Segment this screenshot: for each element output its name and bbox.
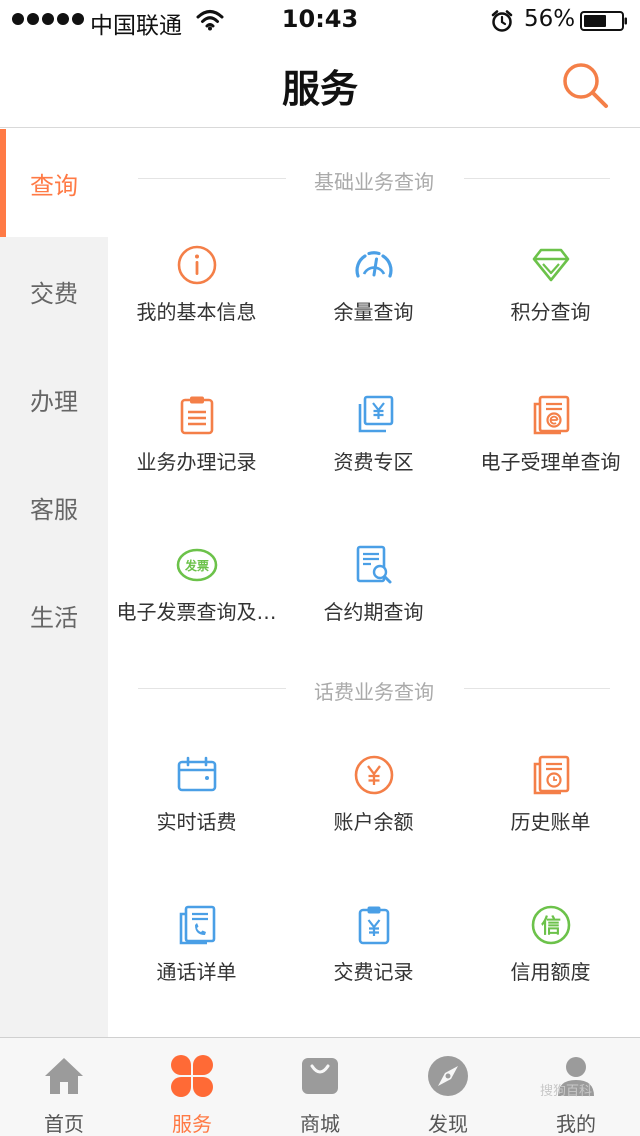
- shopping-bag-icon: [302, 1058, 338, 1094]
- battery-icon: [580, 11, 627, 31]
- document-search-icon: [356, 545, 392, 584]
- call-detail-icon: [179, 905, 216, 945]
- sidebar-item-customer-service[interactable]: 客服: [0, 453, 108, 561]
- section-header-phone-fee-query: 话费业务查询: [108, 668, 640, 708]
- signal-strength-icon: [12, 13, 84, 25]
- service-label: 交费记录: [333, 960, 414, 984]
- service-tariff-zone[interactable]: 资费专区: [285, 380, 462, 530]
- nav-bar: 服务: [0, 40, 640, 128]
- watermark: 搜狗百科: [540, 1084, 593, 1099]
- service-points-query[interactable]: 积分查询: [462, 230, 639, 380]
- tab-discover[interactable]: 发现: [384, 1038, 512, 1136]
- service-account-balance[interactable]: 账户余额: [285, 740, 462, 890]
- service-e-acceptance-query[interactable]: 电子受理单查询: [462, 380, 639, 530]
- yuan-stack-icon: [358, 395, 394, 433]
- service-realtime-fee[interactable]: 实时话费: [108, 740, 285, 890]
- service-label: 信用额度: [510, 960, 591, 984]
- service-history-bill[interactable]: 历史账单: [462, 740, 639, 890]
- status-bar: 中国联通 10:43 56%: [0, 0, 640, 40]
- tab-mall[interactable]: 商城: [256, 1038, 384, 1136]
- sidebar-item-handle[interactable]: 办理: [0, 345, 108, 453]
- sidebar-item-label: 办理: [30, 387, 78, 416]
- clover-icon: [171, 1055, 213, 1097]
- invoice-badge-text: 发票: [184, 558, 209, 573]
- sidebar-item-life[interactable]: 生活: [0, 561, 108, 669]
- wifi-icon: [196, 10, 224, 31]
- sidebar-item-label: 客服: [30, 495, 78, 524]
- calendar-icon: [177, 756, 217, 792]
- service-label: 我的基本信息: [136, 300, 257, 324]
- credit-circle-icon: 信: [531, 905, 571, 945]
- sidebar-item-label: 查询: [30, 171, 78, 200]
- service-label: 实时话费: [156, 810, 237, 834]
- search-icon[interactable]: [560, 60, 612, 112]
- service-content: 基础业务查询 我的基本信息 余量查询 积分查询 业务办理记录 资费专区 电子受理…: [108, 129, 640, 1037]
- sidebar-item-label: 交费: [30, 279, 78, 308]
- service-label: 余量查询: [333, 300, 414, 324]
- tab-service[interactable]: 服务: [128, 1038, 256, 1136]
- section-title: 话费业务查询: [314, 680, 434, 704]
- payment-record-icon: [358, 906, 390, 945]
- service-label: 通话详单: [156, 960, 237, 984]
- credit-badge-text: 信: [541, 914, 561, 938]
- clipboard-icon: [180, 396, 214, 435]
- tab-label: 首页: [44, 1112, 84, 1136]
- service-label: 账户余额: [333, 810, 414, 834]
- service-e-invoice-query[interactable]: 发票 电子发票查询及…: [108, 530, 285, 680]
- service-label: 电子发票查询及…: [116, 600, 277, 624]
- service-my-basic-info[interactable]: 我的基本信息: [108, 230, 285, 380]
- tab-home[interactable]: 首页: [0, 1038, 128, 1136]
- sidebar-item-query[interactable]: 查询: [0, 129, 108, 237]
- service-label: 合约期查询: [323, 600, 424, 624]
- service-balance-query[interactable]: 余量查询: [285, 230, 462, 380]
- home-icon: [45, 1058, 83, 1094]
- yuan-circle-icon: [354, 755, 394, 795]
- service-payment-records[interactable]: 交费记录: [285, 890, 462, 1040]
- history-bill-icon: [533, 755, 570, 795]
- service-call-details[interactable]: 通话详单: [108, 890, 285, 1040]
- service-label: 资费专区: [333, 450, 414, 474]
- sidebar-item-payment[interactable]: 交费: [0, 237, 108, 345]
- tab-label: 服务: [172, 1112, 212, 1136]
- gauge-icon: [355, 251, 393, 278]
- service-label: 电子受理单查询: [480, 450, 621, 474]
- info-circle-icon: [177, 245, 217, 285]
- service-label: 积分查询: [510, 300, 591, 324]
- service-label: 历史账单: [510, 810, 591, 834]
- section-title: 基础业务查询: [314, 170, 434, 194]
- sidebar-item-label: 生活: [30, 603, 78, 632]
- e-document-icon: [533, 395, 570, 435]
- compass-icon: [428, 1056, 468, 1096]
- service-label: 业务办理记录: [136, 450, 257, 474]
- carrier-name: 中国联通: [90, 13, 182, 39]
- tab-label: 商城: [300, 1112, 340, 1136]
- battery-percentage: 56%: [524, 6, 576, 32]
- tab-label: 发现: [428, 1112, 468, 1136]
- invoice-badge-icon: 发票: [176, 548, 218, 582]
- tab-label: 我的: [556, 1112, 596, 1136]
- service-business-records[interactable]: 业务办理记录: [108, 380, 285, 530]
- service-contract-period-query[interactable]: 合约期查询: [285, 530, 462, 680]
- service-credit-limit[interactable]: 信 信用额度: [462, 890, 639, 1040]
- category-sidebar: 查询 交费 办理 客服 生活: [0, 129, 108, 1037]
- page-title: 服务: [281, 67, 358, 111]
- alarm-clock-icon: [491, 10, 513, 32]
- section-header-basic-query: 基础业务查询: [108, 158, 640, 198]
- diamond-icon: [532, 248, 570, 282]
